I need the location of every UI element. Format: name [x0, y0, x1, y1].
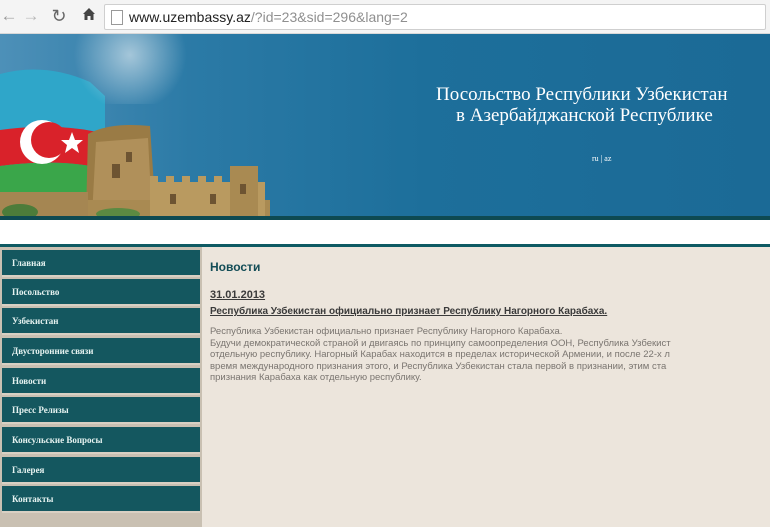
sidebar-item-uzbekistan[interactable]: Узбекистан — [2, 308, 200, 335]
language-switcher[interactable]: ru | az — [592, 154, 611, 163]
url-path: /?id=23&sid=296&lang=2 — [250, 9, 408, 25]
sparkle-decoration — [40, 34, 190, 104]
news-body-line: Республика Узбекистан официально признае… — [210, 326, 563, 337]
sidebar-item-consular-issues[interactable]: Консульские Вопросы — [2, 427, 200, 454]
sidebar-item-contacts[interactable]: Контакты — [2, 486, 200, 513]
news-body-line: время международного признания этого, и … — [210, 360, 667, 372]
sidebar-item-bilateral-relations[interactable]: Двусторонние связи — [2, 338, 200, 365]
address-bar[interactable]: www.uzembassy.az/?id=23&sid=296&lang=2 — [104, 4, 766, 30]
news-heading: Новости — [210, 260, 261, 274]
sidebar-item-home[interactable]: Главная — [2, 250, 200, 277]
reload-icon[interactable]: ↻ — [50, 7, 68, 25]
news-body-line: Будучи демократической страной и двигаяс… — [210, 337, 671, 349]
news-date-link[interactable]: 31.01.2013 — [210, 289, 265, 301]
news-content: Новости 31.01.2013 Республика Узбекистан… — [202, 247, 770, 527]
site-title-line2: в Азербайджанской Республике — [456, 105, 713, 126]
news-title-link[interactable]: Республика Узбекистан официально признае… — [210, 306, 607, 317]
sidebar-item-embassy[interactable]: Посольство — [2, 279, 200, 306]
home-icon[interactable] — [80, 7, 98, 25]
news-body-line: признания Карабаха как отдельную республ… — [210, 372, 422, 383]
page-icon — [111, 10, 123, 25]
sidebar-menu: Главная Посольство Узбекистан Двусторонн… — [0, 247, 202, 527]
url-text[interactable]: www.uzembassy.az/?id=23&sid=296&lang=2 — [129, 9, 408, 25]
site-title: Посольство Республики Узбекистан в Азерб… — [436, 84, 770, 126]
forward-icon[interactable]: → — [22, 7, 40, 25]
site-banner: Посольство Республики Узбекистан в Азерб… — [0, 34, 770, 216]
banner-divider — [0, 216, 770, 220]
sidebar-item-gallery[interactable]: Галерея — [2, 457, 200, 484]
news-body-line: отдельную республику. Нагорный Карабах н… — [210, 349, 670, 360]
sidebar-item-press-releases[interactable]: Пресс Релизы — [2, 397, 200, 424]
site-title-line1: Посольство Республики Узбекистан — [436, 84, 728, 105]
back-icon[interactable]: ← — [0, 7, 18, 25]
url-host: www.uzembassy.az — [129, 9, 251, 25]
news-body: Республика Узбекистан официально признае… — [210, 326, 770, 384]
sidebar-item-news[interactable]: Новости — [2, 368, 200, 395]
browser-toolbar: ← → ↻ www.uzembassy.az/?id=23&sid=296&la… — [0, 0, 770, 34]
